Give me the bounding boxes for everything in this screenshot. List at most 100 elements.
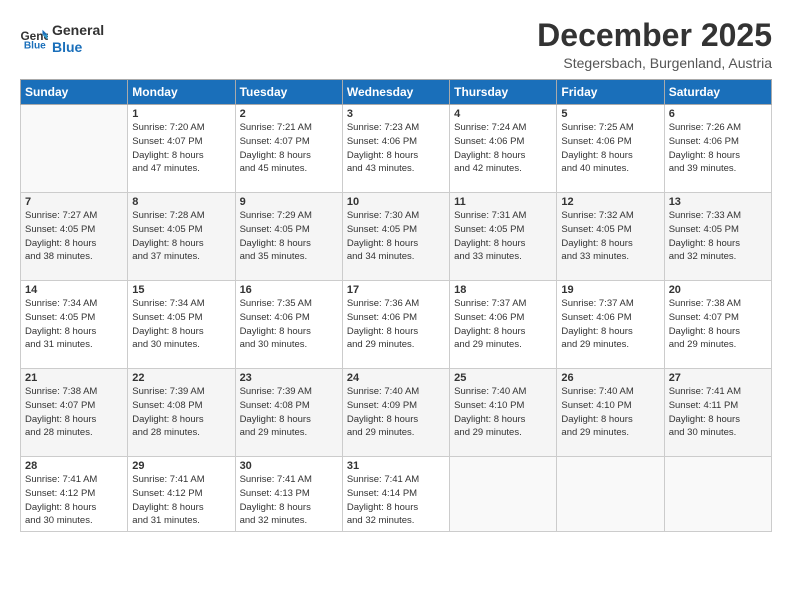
day-info: Sunrise: 7:32 AM Sunset: 4:05 PM Dayligh… [561,209,659,264]
day-info: Sunrise: 7:40 AM Sunset: 4:09 PM Dayligh… [347,385,445,440]
calendar-cell: 13Sunrise: 7:33 AM Sunset: 4:05 PM Dayli… [664,193,771,281]
calendar-cell: 31Sunrise: 7:41 AM Sunset: 4:14 PM Dayli… [342,457,449,532]
day-number: 10 [347,196,445,208]
calendar-cell: 17Sunrise: 7:36 AM Sunset: 4:06 PM Dayli… [342,281,449,369]
day-info: Sunrise: 7:41 AM Sunset: 4:12 PM Dayligh… [132,473,230,528]
day-number: 8 [132,196,230,208]
col-header-tuesday: Tuesday [235,80,342,105]
day-number: 24 [347,372,445,384]
page-header: General Blue General Blue December 2025 … [20,18,772,71]
day-info: Sunrise: 7:37 AM Sunset: 4:06 PM Dayligh… [454,297,552,352]
col-header-monday: Monday [128,80,235,105]
day-number: 31 [347,460,445,472]
day-number: 30 [240,460,338,472]
calendar-cell: 8Sunrise: 7:28 AM Sunset: 4:05 PM Daylig… [128,193,235,281]
day-info: Sunrise: 7:25 AM Sunset: 4:06 PM Dayligh… [561,121,659,176]
calendar-cell: 14Sunrise: 7:34 AM Sunset: 4:05 PM Dayli… [21,281,128,369]
day-number: 9 [240,196,338,208]
calendar-cell: 26Sunrise: 7:40 AM Sunset: 4:10 PM Dayli… [557,369,664,457]
logo: General Blue General Blue [20,22,104,56]
day-info: Sunrise: 7:28 AM Sunset: 4:05 PM Dayligh… [132,209,230,264]
calendar-week-row: 14Sunrise: 7:34 AM Sunset: 4:05 PM Dayli… [21,281,772,369]
day-info: Sunrise: 7:35 AM Sunset: 4:06 PM Dayligh… [240,297,338,352]
calendar-page: General Blue General Blue December 2025 … [0,0,792,612]
calendar-cell: 12Sunrise: 7:32 AM Sunset: 4:05 PM Dayli… [557,193,664,281]
day-number: 19 [561,284,659,296]
calendar-cell: 11Sunrise: 7:31 AM Sunset: 4:05 PM Dayli… [450,193,557,281]
day-info: Sunrise: 7:41 AM Sunset: 4:12 PM Dayligh… [25,473,123,528]
day-number: 23 [240,372,338,384]
day-info: Sunrise: 7:21 AM Sunset: 4:07 PM Dayligh… [240,121,338,176]
calendar-cell: 19Sunrise: 7:37 AM Sunset: 4:06 PM Dayli… [557,281,664,369]
day-number: 11 [454,196,552,208]
day-number: 5 [561,108,659,120]
day-number: 28 [25,460,123,472]
day-info: Sunrise: 7:34 AM Sunset: 4:05 PM Dayligh… [132,297,230,352]
svg-text:Blue: Blue [24,40,46,50]
day-info: Sunrise: 7:26 AM Sunset: 4:06 PM Dayligh… [669,121,767,176]
day-number: 21 [25,372,123,384]
day-info: Sunrise: 7:39 AM Sunset: 4:08 PM Dayligh… [132,385,230,440]
calendar-cell: 10Sunrise: 7:30 AM Sunset: 4:05 PM Dayli… [342,193,449,281]
day-number: 27 [669,372,767,384]
calendar-cell: 21Sunrise: 7:38 AM Sunset: 4:07 PM Dayli… [21,369,128,457]
calendar-cell: 5Sunrise: 7:25 AM Sunset: 4:06 PM Daylig… [557,105,664,193]
day-number: 3 [347,108,445,120]
day-number: 25 [454,372,552,384]
calendar-week-row: 1Sunrise: 7:20 AM Sunset: 4:07 PM Daylig… [21,105,772,193]
calendar-cell: 30Sunrise: 7:41 AM Sunset: 4:13 PM Dayli… [235,457,342,532]
calendar-cell [21,105,128,193]
day-info: Sunrise: 7:38 AM Sunset: 4:07 PM Dayligh… [669,297,767,352]
day-number: 26 [561,372,659,384]
day-info: Sunrise: 7:41 AM Sunset: 4:13 PM Dayligh… [240,473,338,528]
day-number: 16 [240,284,338,296]
day-info: Sunrise: 7:38 AM Sunset: 4:07 PM Dayligh… [25,385,123,440]
day-info: Sunrise: 7:39 AM Sunset: 4:08 PM Dayligh… [240,385,338,440]
day-number: 17 [347,284,445,296]
day-number: 1 [132,108,230,120]
calendar-cell: 2Sunrise: 7:21 AM Sunset: 4:07 PM Daylig… [235,105,342,193]
day-info: Sunrise: 7:40 AM Sunset: 4:10 PM Dayligh… [561,385,659,440]
day-info: Sunrise: 7:40 AM Sunset: 4:10 PM Dayligh… [454,385,552,440]
calendar-cell: 7Sunrise: 7:27 AM Sunset: 4:05 PM Daylig… [21,193,128,281]
calendar-cell: 24Sunrise: 7:40 AM Sunset: 4:09 PM Dayli… [342,369,449,457]
col-header-friday: Friday [557,80,664,105]
calendar-cell: 1Sunrise: 7:20 AM Sunset: 4:07 PM Daylig… [128,105,235,193]
day-number: 12 [561,196,659,208]
col-header-wednesday: Wednesday [342,80,449,105]
day-info: Sunrise: 7:29 AM Sunset: 4:05 PM Dayligh… [240,209,338,264]
location-subtitle: Stegersbach, Burgenland, Austria [537,55,772,71]
calendar-cell: 3Sunrise: 7:23 AM Sunset: 4:06 PM Daylig… [342,105,449,193]
day-info: Sunrise: 7:41 AM Sunset: 4:14 PM Dayligh… [347,473,445,528]
day-number: 15 [132,284,230,296]
day-info: Sunrise: 7:33 AM Sunset: 4:05 PM Dayligh… [669,209,767,264]
calendar-week-row: 28Sunrise: 7:41 AM Sunset: 4:12 PM Dayli… [21,457,772,532]
day-number: 13 [669,196,767,208]
day-number: 4 [454,108,552,120]
calendar-cell: 20Sunrise: 7:38 AM Sunset: 4:07 PM Dayli… [664,281,771,369]
month-title: December 2025 [537,18,772,53]
day-info: Sunrise: 7:31 AM Sunset: 4:05 PM Dayligh… [454,209,552,264]
calendar-week-row: 7Sunrise: 7:27 AM Sunset: 4:05 PM Daylig… [21,193,772,281]
day-info: Sunrise: 7:23 AM Sunset: 4:06 PM Dayligh… [347,121,445,176]
calendar-week-row: 21Sunrise: 7:38 AM Sunset: 4:07 PM Dayli… [21,369,772,457]
calendar-cell: 6Sunrise: 7:26 AM Sunset: 4:06 PM Daylig… [664,105,771,193]
calendar-cell: 18Sunrise: 7:37 AM Sunset: 4:06 PM Dayli… [450,281,557,369]
day-number: 2 [240,108,338,120]
col-header-thursday: Thursday [450,80,557,105]
logo-icon: General Blue [20,28,48,50]
day-info: Sunrise: 7:34 AM Sunset: 4:05 PM Dayligh… [25,297,123,352]
calendar-cell: 16Sunrise: 7:35 AM Sunset: 4:06 PM Dayli… [235,281,342,369]
day-number: 18 [454,284,552,296]
day-number: 22 [132,372,230,384]
day-number: 14 [25,284,123,296]
calendar-cell: 15Sunrise: 7:34 AM Sunset: 4:05 PM Dayli… [128,281,235,369]
day-info: Sunrise: 7:37 AM Sunset: 4:06 PM Dayligh… [561,297,659,352]
day-info: Sunrise: 7:36 AM Sunset: 4:06 PM Dayligh… [347,297,445,352]
calendar-cell [450,457,557,532]
calendar-cell: 29Sunrise: 7:41 AM Sunset: 4:12 PM Dayli… [128,457,235,532]
day-info: Sunrise: 7:27 AM Sunset: 4:05 PM Dayligh… [25,209,123,264]
calendar-cell: 28Sunrise: 7:41 AM Sunset: 4:12 PM Dayli… [21,457,128,532]
calendar-cell [557,457,664,532]
day-info: Sunrise: 7:41 AM Sunset: 4:11 PM Dayligh… [669,385,767,440]
